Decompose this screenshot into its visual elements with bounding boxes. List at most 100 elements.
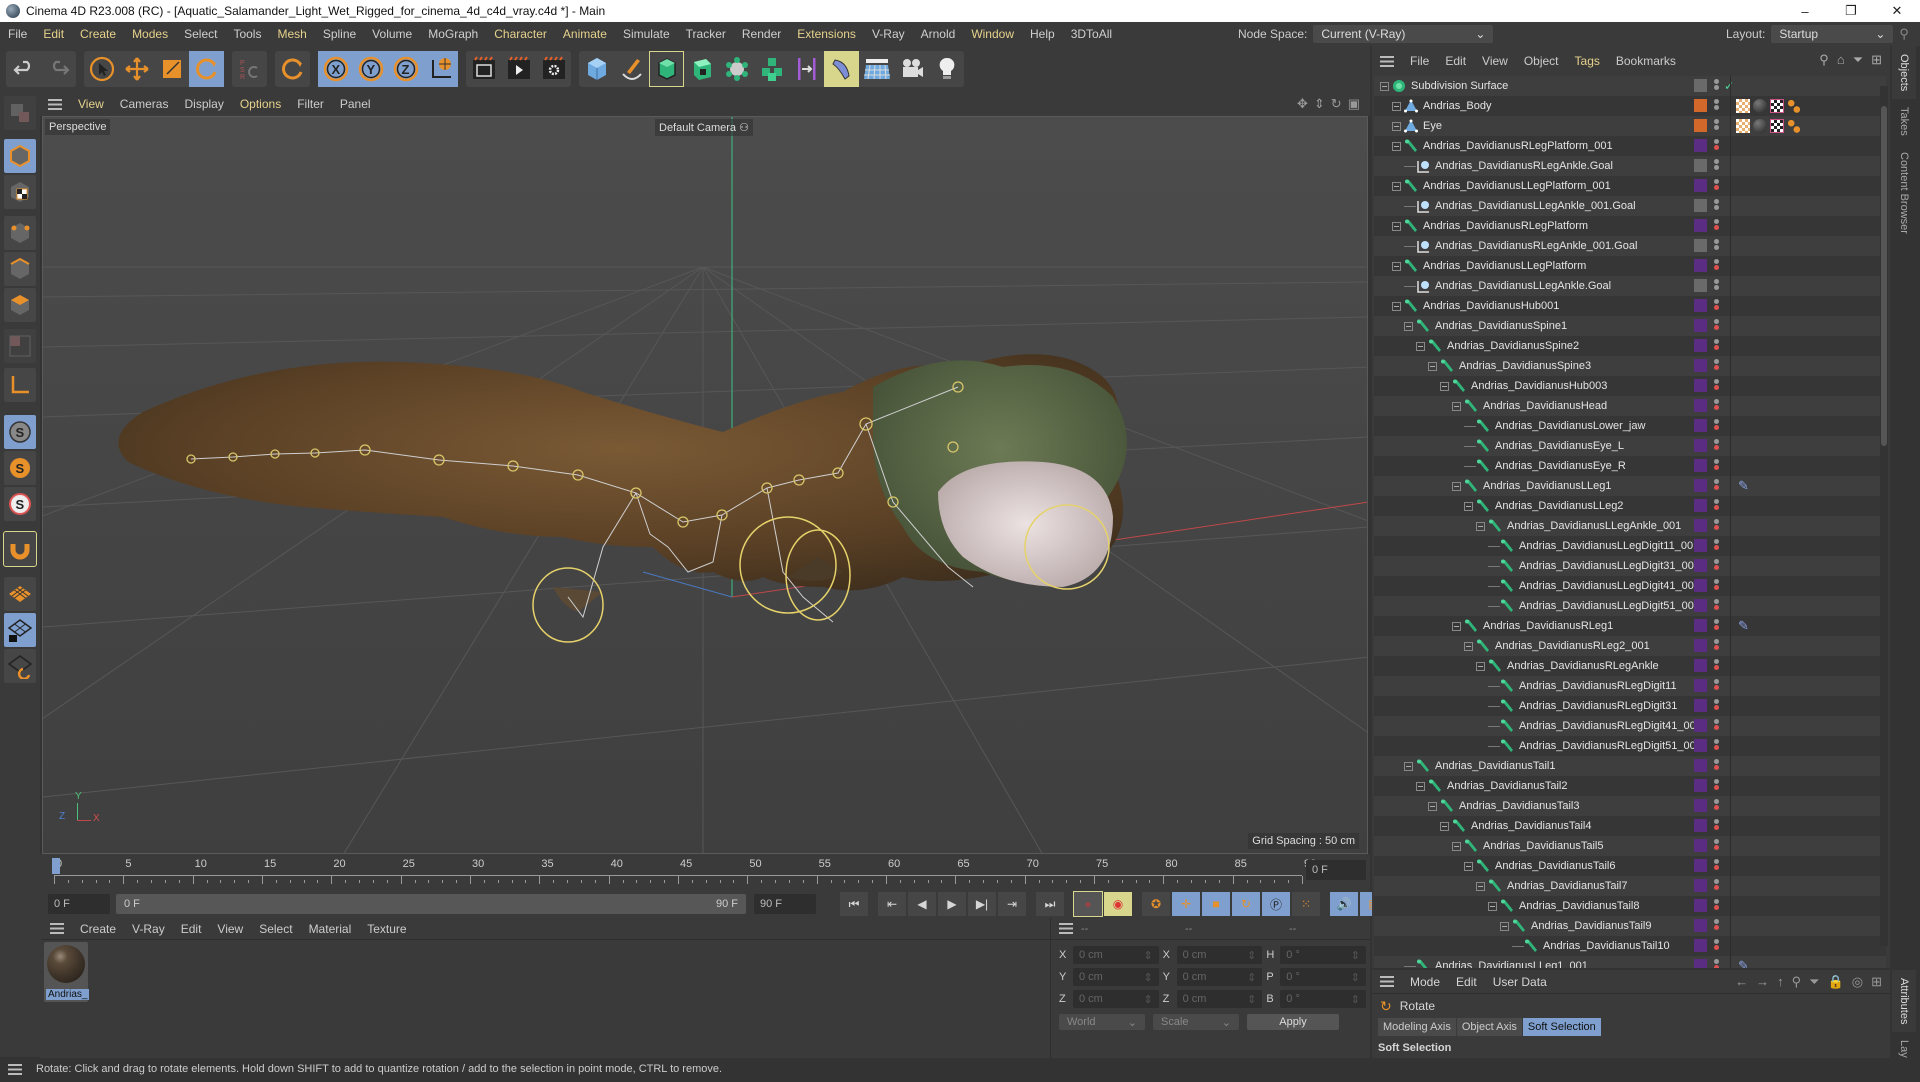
visibility-dots[interactable] [1714,178,1720,194]
layer-color-swatch[interactable] [1694,879,1707,892]
z-axis-lock-button[interactable]: Z [388,51,423,87]
visibility-dots[interactable] [1714,98,1720,114]
layer-color-swatch[interactable] [1694,439,1707,452]
layer-color-swatch[interactable] [1694,119,1707,132]
size-mode-dropdown[interactable]: Scale ⌄ [1153,1014,1239,1030]
layer-color-swatch[interactable] [1694,259,1707,272]
expand-toggle[interactable] [1392,121,1401,131]
stepper-icon[interactable]: ⇕ [1143,971,1152,984]
tab-modeling-axis[interactable]: Modeling Axis [1378,1018,1456,1036]
material-tag-icon[interactable] [1753,99,1767,113]
visibility-dots[interactable] [1714,678,1720,694]
layer-color-swatch[interactable] [1694,639,1707,652]
viewport-menu-options[interactable]: Options [232,97,289,111]
back-arrow-icon[interactable]: ← [1735,974,1748,990]
skin-tag-icon[interactable] [1787,119,1801,133]
visibility-dots[interactable] [1714,358,1720,374]
layer-color-swatch[interactable] [1694,579,1707,592]
menu-help[interactable]: Help [1022,27,1063,41]
object-row[interactable]: Andrias_DavidianusRLegAnkle [1374,656,1886,676]
menu-render[interactable]: Render [734,27,789,41]
solo-single-button[interactable]: S [4,451,36,485]
material-menu-vray[interactable]: V-Ray [124,922,173,936]
position-field[interactable]: 0 cm ⇕ [1072,968,1159,986]
material-swatch[interactable]: Andrias_ [44,942,90,1002]
menu-file[interactable]: File [0,27,35,41]
texture-mode-button[interactable] [4,175,36,209]
viewport-perspective[interactable]: Perspective Default Camera ⚇ Grid Spacin… [42,116,1368,854]
target-icon[interactable]: ◎ [1852,974,1863,990]
expand-toggle[interactable] [1500,921,1509,931]
layer-color-swatch[interactable] [1694,679,1707,692]
next-frame-button[interactable]: ▶| [968,892,996,916]
render-view-button[interactable] [466,51,501,87]
uvw-tag-icon[interactable] [1770,119,1784,133]
model-mode-button[interactable] [4,139,36,173]
layer-color-swatch[interactable] [1694,359,1707,372]
redo-button[interactable] [41,51,76,87]
menu-tools[interactable]: Tools [225,27,269,41]
polygon-mode-button[interactable] [4,288,36,322]
visibility-dots[interactable] [1714,498,1720,514]
object-row[interactable]: Andrias_DavidianusTail8 [1374,896,1886,916]
extrude-button[interactable] [684,51,719,87]
expand-toggle[interactable] [1464,861,1473,871]
attribute-menu-user-data[interactable]: User Data [1485,975,1555,989]
workplane-button[interactable] [4,577,36,611]
autokey-button[interactable]: ◉ [1104,892,1132,916]
search-icon[interactable]: ⚲ [1792,974,1802,990]
texture-tag-icon[interactable] [1736,119,1750,133]
visibility-dots[interactable] [1714,238,1720,254]
locked-workplane-button[interactable] [4,613,36,647]
scrollbar-thumb[interactable] [1881,106,1887,446]
layer-color-swatch[interactable] [1694,179,1707,192]
object-row[interactable]: Andrias_DavidianusSpine1 [1374,316,1886,336]
object-row[interactable]: Andrias_DavidianusLLegAnkle.Goal [1374,276,1886,296]
visibility-dots[interactable] [1714,438,1720,454]
visibility-dots[interactable] [1714,898,1720,914]
material-menu-create[interactable]: Create [72,922,124,936]
object-row[interactable]: Andrias_DavidianusTail7 [1374,876,1886,896]
object-row[interactable]: Andrias_DavidianusLower_jaw [1374,416,1886,436]
move-button[interactable] [119,51,154,87]
texture-tag-icon[interactable] [1736,99,1750,113]
object-row[interactable]: Andrias_DavidianusHub003 [1374,376,1886,396]
visibility-dots[interactable] [1714,138,1720,154]
layer-color-swatch[interactable] [1694,479,1707,492]
object-row[interactable]: Andrias_DavidianusLLegDigit31_001 [1374,556,1886,576]
home-icon[interactable]: ⌂ [1837,52,1845,68]
object-manager-hamburger-icon[interactable] [1380,55,1394,67]
layer-color-swatch[interactable] [1694,959,1707,968]
layer-color-swatch[interactable] [1694,459,1707,472]
expand-toggle[interactable] [1380,81,1389,91]
visibility-dots[interactable] [1714,518,1720,534]
visibility-dots[interactable] [1714,558,1720,574]
expand-toggle[interactable] [1464,641,1473,651]
expand-toggle[interactable] [1452,841,1461,851]
solo-hierarchy-button[interactable]: S [4,487,36,521]
object-row[interactable]: Andrias_DavidianusSpine2 [1374,336,1886,356]
layer-color-swatch[interactable] [1694,519,1707,532]
attribute-menu-edit[interactable]: Edit [1448,975,1485,989]
expand-toggle[interactable] [1476,521,1485,531]
layout-dropdown[interactable]: Startup ⌄ [1771,25,1894,43]
layer-color-swatch[interactable] [1694,859,1707,872]
layer-color-swatch[interactable] [1694,199,1707,212]
layer-color-swatch[interactable] [1694,159,1707,172]
visibility-dots[interactable] [1714,658,1720,674]
object-row[interactable]: Andrias_DavidianusLLeg2 [1374,496,1886,516]
attribute-menu-mode[interactable]: Mode [1402,975,1448,989]
tab-objects[interactable]: Objects [1892,46,1916,100]
floor-button[interactable] [859,51,894,87]
position-field[interactable]: 0 cm ⇕ [1072,990,1159,1008]
preview-range-slider[interactable]: 0 F 90 F [116,894,746,914]
start-frame-field[interactable]: 0 F [48,894,110,914]
viewport-menu-filter[interactable]: Filter [289,97,332,111]
layer-color-swatch[interactable] [1694,779,1707,792]
expand-toggle[interactable] [1392,221,1401,231]
visibility-dots[interactable] [1714,878,1720,894]
layer-color-swatch[interactable] [1694,319,1707,332]
object-row[interactable]: Andrias_DavidianusTail9 [1374,916,1886,936]
visibility-dots[interactable] [1714,298,1720,314]
end-frame-field[interactable]: 90 F [754,894,816,914]
